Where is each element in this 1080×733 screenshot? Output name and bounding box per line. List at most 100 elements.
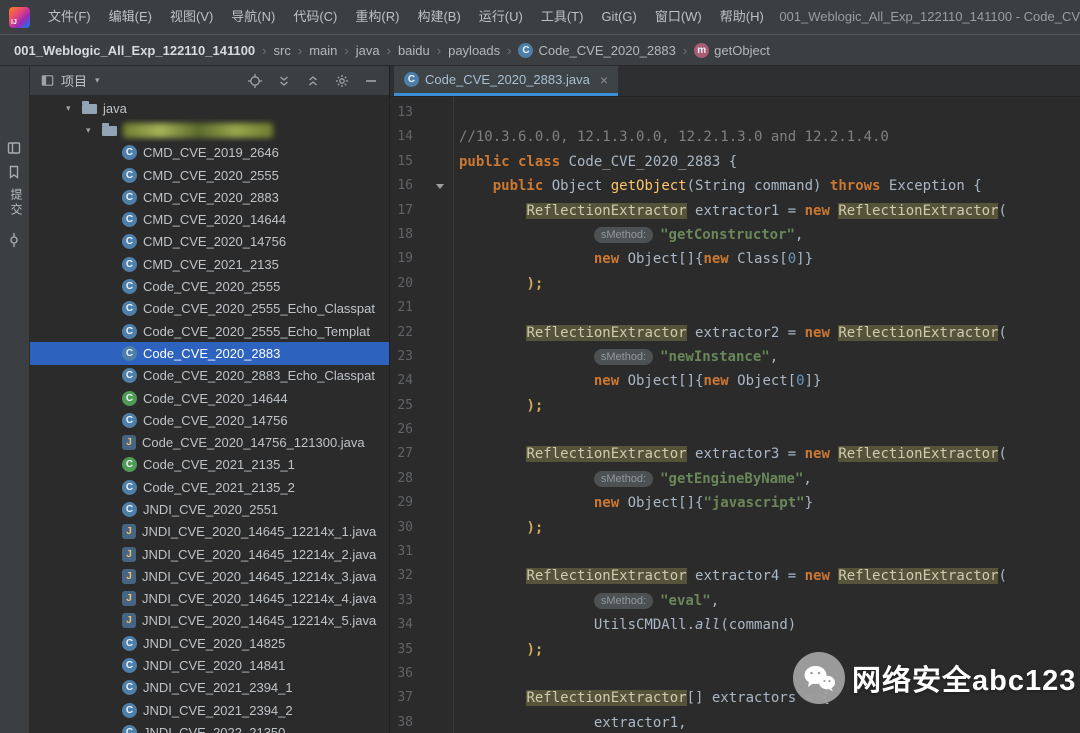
code-line-text[interactable]: ); — [453, 394, 543, 418]
code-line-text[interactable]: extractor1, — [453, 711, 687, 733]
tree-item-redacted[interactable]: ▾ — [30, 119, 389, 141]
chevron-expanded-icon[interactable]: ▾ — [66, 103, 82, 114]
fold-marker-icon[interactable] — [436, 184, 444, 190]
commit-icon[interactable] — [6, 232, 22, 248]
code-line-text[interactable]: ); — [453, 516, 543, 540]
tree-item-Code_CVE_2020_2883_Echo_Classpat[interactable]: C Code_CVE_2020_2883_Echo_Classpat — [30, 365, 389, 387]
tree-item-JNDI_CVE_2020_2551[interactable]: C JNDI_CVE_2020_2551 — [30, 498, 389, 520]
tree-item-Code_CVE_2020_2555_Echo_Classpat[interactable]: C Code_CVE_2020_2555_Echo_Classpat — [30, 298, 389, 320]
menu-item-编辑(E)[interactable]: 编辑(E) — [100, 0, 161, 34]
window-title: 001_Weblogic_All_Exp_122110_141100 - Cod… — [779, 9, 1080, 24]
menu-item-窗口(W)[interactable]: 窗口(W) — [646, 0, 711, 34]
code-line-text[interactable]: ReflectionExtractor[] extractors = { — [453, 686, 830, 710]
tree-item-JNDI_CVE_2020_14645_12214x_4.java[interactable]: J JNDI_CVE_2020_14645_12214x_4.java — [30, 588, 389, 610]
menu-item-Git(G)[interactable]: Git(G) — [592, 0, 645, 34]
tree-item-label: JNDI_CVE_2021_2394_1 — [143, 680, 293, 696]
code-line-text[interactable]: sMethod: "getConstructor", — [453, 223, 803, 247]
collapse-all-icon[interactable] — [305, 73, 321, 89]
tree-item-JNDI_CVE_2022_21350[interactable]: C JNDI_CVE_2022_21350 — [30, 721, 389, 733]
tree-item-JNDI_CVE_2021_2394_1[interactable]: C JNDI_CVE_2021_2394_1 — [30, 677, 389, 699]
breadcrumb-item-getObject[interactable]: m getObject — [694, 42, 770, 58]
code-line-text[interactable]: sMethod: "getEngineByName", — [453, 467, 812, 491]
code-line-text[interactable]: public class Code_CVE_2020_2883 { — [453, 150, 737, 174]
menu-item-文件(F)[interactable]: 文件(F) — [39, 0, 100, 34]
tree-item-Code_CVE_2021_2135_1[interactable]: C Code_CVE_2021_2135_1 — [30, 454, 389, 476]
breadcrumb-item-src[interactable]: src — [274, 43, 291, 58]
code-token: extractor2 = — [686, 324, 805, 341]
menu-item-构建(B)[interactable]: 构建(B) — [408, 0, 469, 34]
code-line-text[interactable] — [453, 101, 459, 125]
expand-all-icon[interactable] — [276, 73, 292, 89]
tree-item-Code_CVE_2020_14756_121300.java[interactable]: J Code_CVE_2020_14756_121300.java — [30, 431, 389, 453]
code-line-text[interactable]: //10.3.6.0.0, 12.1.3.0.0, 12.2.1.3.0 and… — [453, 125, 889, 149]
tree-item-Code_CVE_2020_14644[interactable]: C Code_CVE_2020_14644 — [30, 387, 389, 409]
code-line-text[interactable]: ); — [453, 272, 543, 296]
tree-item-label: Code_CVE_2021_2135_2 — [143, 479, 295, 495]
close-tab-icon[interactable]: × — [600, 72, 608, 88]
tree-item-CMD_CVE_2021_2135[interactable]: C CMD_CVE_2021_2135 — [30, 253, 389, 275]
breadcrumb-item-payloads[interactable]: payloads — [448, 43, 500, 58]
menu-item-运行(U)[interactable]: 运行(U) — [470, 0, 532, 34]
tree-item-java[interactable]: ▾ java — [30, 97, 389, 119]
code-line-text[interactable] — [453, 540, 459, 564]
panel-title[interactable]: 项目 — [61, 71, 87, 90]
tree-item-JNDI_CVE_2020_14825[interactable]: C JNDI_CVE_2020_14825 — [30, 632, 389, 654]
code-line-31: 31 — [390, 540, 1080, 564]
breadcrumb-item-Code_CVE_2020_2883[interactable]: C Code_CVE_2020_2883 — [518, 42, 676, 58]
code-line-text[interactable]: sMethod: "eval", — [453, 589, 719, 613]
tree-item-JNDI_CVE_2021_2394_2[interactable]: C JNDI_CVE_2021_2394_2 — [30, 699, 389, 721]
chevron-expanded-icon[interactable]: ▾ — [86, 125, 102, 136]
project-tool-window-icon[interactable] — [6, 140, 22, 156]
tree-item-CMD_CVE_2020_14644[interactable]: C CMD_CVE_2020_14644 — [30, 208, 389, 230]
menu-item-视图(V)[interactable]: 视图(V) — [161, 0, 222, 34]
settings-gear-icon[interactable] — [334, 73, 350, 89]
tree-item-CMD_CVE_2020_14756[interactable]: C CMD_CVE_2020_14756 — [30, 231, 389, 253]
code-line-text[interactable]: UtilsCMDAll.all(command) — [453, 613, 796, 637]
tree-item-JNDI_CVE_2020_14645_12214x_3.java[interactable]: J JNDI_CVE_2020_14645_12214x_3.java — [30, 565, 389, 587]
tree-item-CMD_CVE_2019_2646[interactable]: C CMD_CVE_2019_2646 — [30, 142, 389, 164]
tree-item-Code_CVE_2020_2555[interactable]: C Code_CVE_2020_2555 — [30, 275, 389, 297]
breadcrumb-item-baidu[interactable]: baidu — [398, 43, 430, 58]
code-line-text[interactable]: new Object[]{"javascript"} — [453, 491, 813, 515]
locate-file-icon[interactable] — [247, 73, 263, 89]
hide-panel-icon[interactable] — [363, 73, 379, 89]
tree-item-JNDI_CVE_2020_14645_12214x_1.java[interactable]: J JNDI_CVE_2020_14645_12214x_1.java — [30, 521, 389, 543]
code-line-text[interactable]: ReflectionExtractor extractor2 = new Ref… — [453, 321, 1007, 345]
menu-item-重构(R)[interactable]: 重构(R) — [346, 0, 408, 34]
tree-item-Code_CVE_2020_2883[interactable]: C Code_CVE_2020_2883 — [30, 342, 389, 365]
menu-item-导航(N)[interactable]: 导航(N) — [222, 0, 284, 34]
code-line-text[interactable]: ReflectionExtractor extractor4 = new Ref… — [453, 564, 1007, 588]
wechat-icon — [793, 652, 845, 704]
chevron-down-icon[interactable]: ▾ — [95, 75, 100, 86]
panel-splitter[interactable] — [389, 66, 390, 733]
code-line-text[interactable] — [453, 418, 459, 442]
code-line-text[interactable]: new Object[]{new Object[0]} — [453, 369, 822, 393]
code-line-text[interactable]: ReflectionExtractor extractor3 = new Ref… — [453, 442, 1007, 466]
tree-item-Code_CVE_2021_2135_2[interactable]: C Code_CVE_2021_2135_2 — [30, 476, 389, 498]
code-line-text[interactable] — [453, 662, 459, 686]
code-line-text[interactable]: new Object[]{new Class[0]} — [453, 247, 813, 271]
code-line-text[interactable]: public Object getObject(String command) … — [453, 174, 982, 198]
tree-item-CMD_CVE_2020_2883[interactable]: C CMD_CVE_2020_2883 — [30, 186, 389, 208]
code-line-text[interactable]: sMethod: "newInstance", — [453, 345, 778, 369]
tree-item-CMD_CVE_2020_2555[interactable]: C CMD_CVE_2020_2555 — [30, 164, 389, 186]
commit-tool-window-label[interactable]: 提交 — [8, 188, 25, 218]
editor-tab-code-cve-2020-2883[interactable]: C Code_CVE_2020_2883.java × — [394, 66, 618, 96]
bookmarks-icon[interactable] — [6, 164, 22, 180]
menu-item-代码(C)[interactable]: 代码(C) — [284, 0, 346, 34]
tree-item-Code_CVE_2020_14756[interactable]: C Code_CVE_2020_14756 — [30, 409, 389, 431]
code-line-text[interactable]: ); — [453, 638, 543, 662]
breadcrumb-item-main[interactable]: main — [309, 43, 337, 58]
menu-item-工具(T)[interactable]: 工具(T) — [532, 0, 593, 34]
tree-item-JNDI_CVE_2020_14645_12214x_5.java[interactable]: J JNDI_CVE_2020_14645_12214x_5.java — [30, 610, 389, 632]
code-line-text[interactable]: ReflectionExtractor extractor1 = new Ref… — [453, 199, 1007, 223]
tree-item-JNDI_CVE_2020_14841[interactable]: C JNDI_CVE_2020_14841 — [30, 654, 389, 676]
breadcrumb-item-001_Weblogic_All_Exp_122110_141100[interactable]: 001_Weblogic_All_Exp_122110_141100 — [14, 43, 255, 58]
menu-item-帮助(H)[interactable]: 帮助(H) — [711, 0, 773, 34]
code-line-text[interactable] — [453, 296, 459, 320]
code-area[interactable]: 13 14 //10.3.6.0.0, 12.1.3.0.0, 12.2.1.3.0… — [390, 96, 1080, 733]
tree-item-Code_CVE_2020_2555_Echo_Templat[interactable]: C Code_CVE_2020_2555_Echo_Templat — [30, 320, 389, 342]
tree-item-JNDI_CVE_2020_14645_12214x_2.java[interactable]: J JNDI_CVE_2020_14645_12214x_2.java — [30, 543, 389, 565]
breadcrumb-item-java[interactable]: java — [356, 43, 380, 58]
